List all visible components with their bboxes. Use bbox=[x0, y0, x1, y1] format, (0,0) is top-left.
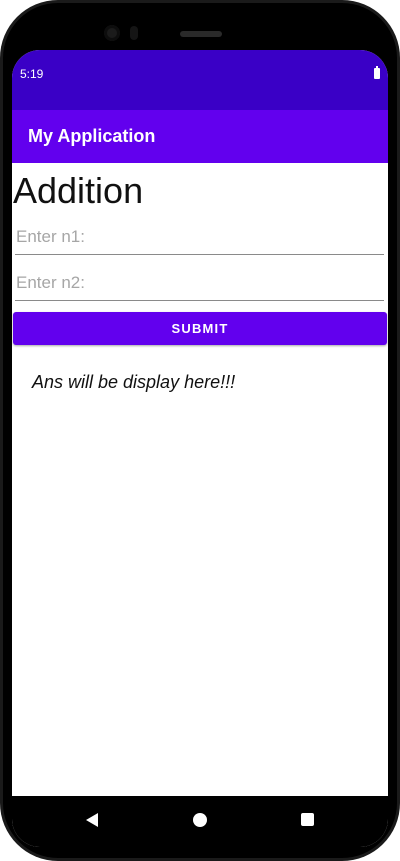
n2-input[interactable] bbox=[15, 269, 384, 301]
device-screen: 5:19 My Application Addition SUBMIT Ans … bbox=[12, 50, 388, 847]
app-title: My Application bbox=[28, 126, 156, 146]
status-time: 5:19 bbox=[20, 67, 44, 81]
phone-frame: 5:19 My Application Addition SUBMIT Ans … bbox=[0, 0, 400, 861]
front-camera bbox=[104, 25, 120, 41]
back-icon[interactable] bbox=[86, 813, 98, 827]
battery-icon bbox=[374, 66, 380, 79]
status-bar: 5:19 bbox=[12, 50, 388, 110]
recents-icon[interactable] bbox=[301, 813, 314, 826]
app-bar: My Application bbox=[12, 110, 388, 163]
navigation-bar bbox=[12, 796, 388, 847]
submit-button[interactable]: SUBMIT bbox=[13, 312, 387, 345]
proximity-sensor bbox=[130, 26, 138, 40]
earpiece-speaker bbox=[180, 31, 222, 37]
page-title: Addition bbox=[13, 170, 144, 211]
answer-text: Ans will be display here!!! bbox=[32, 372, 236, 392]
home-icon[interactable] bbox=[193, 813, 207, 827]
n1-input[interactable] bbox=[15, 223, 384, 255]
main-content: Addition SUBMIT Ans will be display here… bbox=[12, 163, 388, 796]
